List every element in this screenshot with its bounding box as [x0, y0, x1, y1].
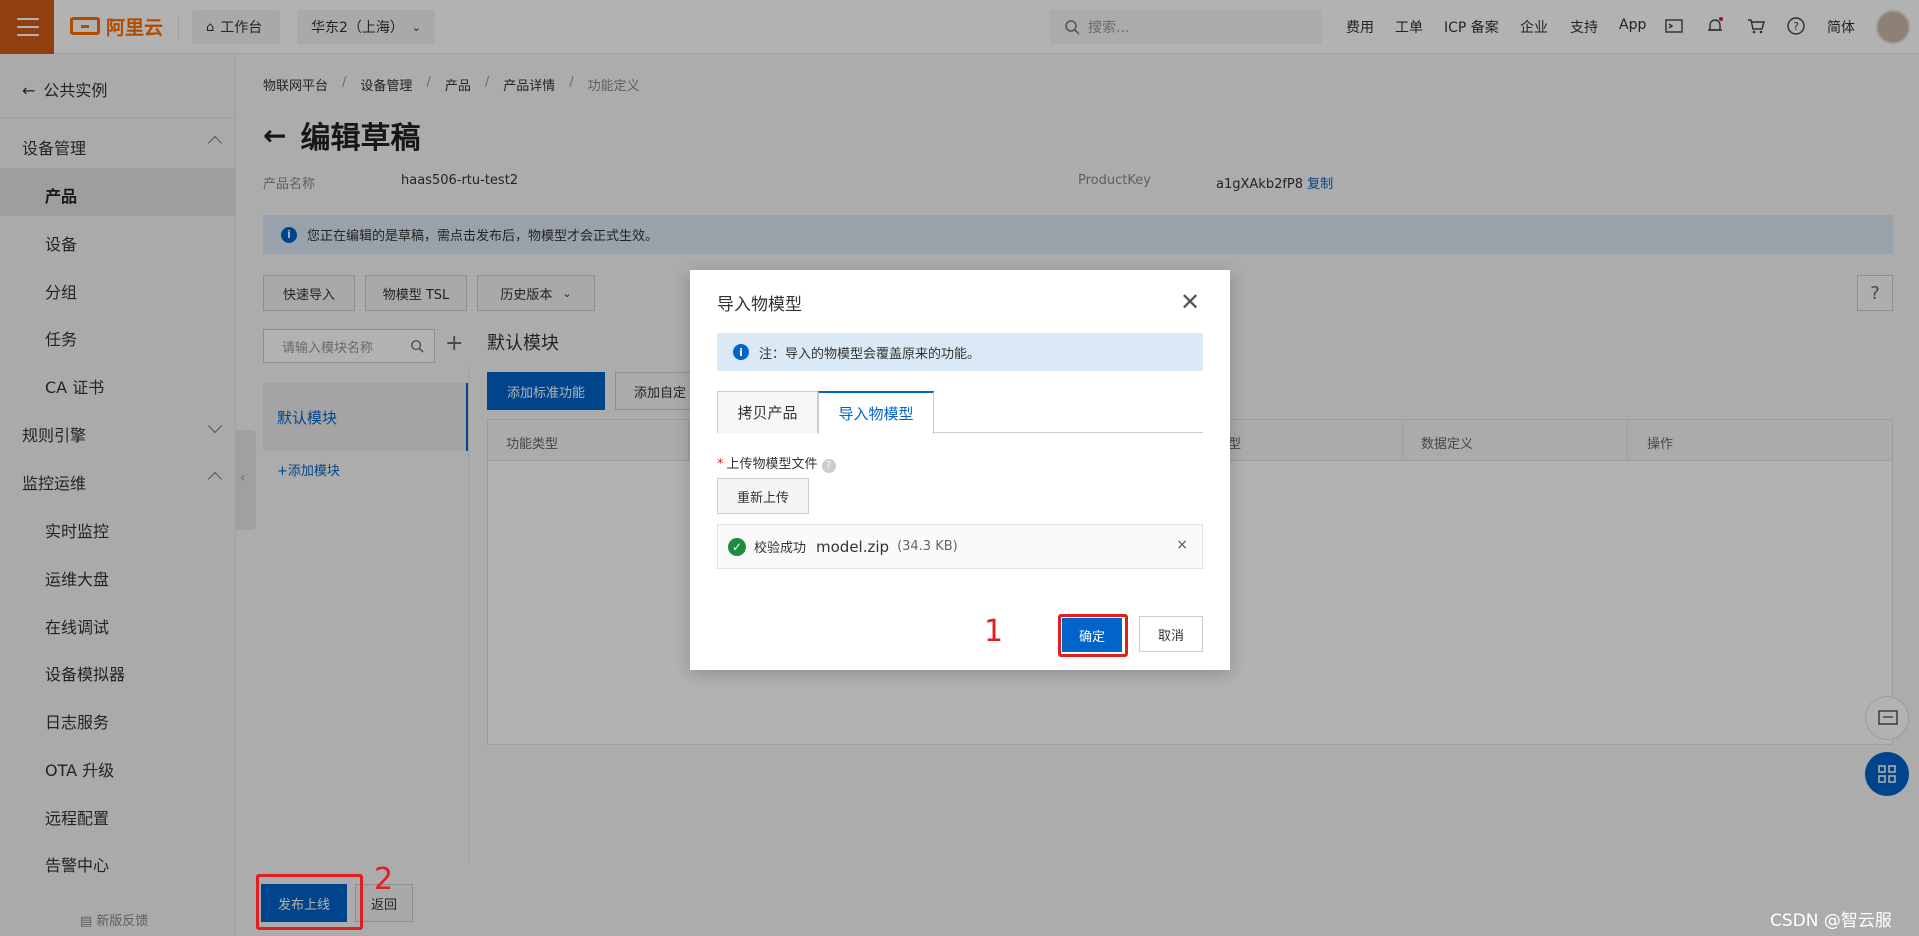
step-1-label: 1 — [984, 614, 1004, 649]
highlight-publish-box — [256, 874, 363, 930]
dialog-notice: i 注：导入的物模型会覆盖原来的功能。 — [717, 333, 1203, 371]
highlight-confirm-box — [1058, 614, 1128, 657]
cancel-button[interactable]: 取消 — [1139, 616, 1203, 652]
tab-import-model[interactable]: 导入物模型 — [818, 391, 934, 434]
reupload-button[interactable]: 重新上传 — [717, 478, 809, 514]
upload-label-text: 上传物模型文件 — [726, 457, 818, 472]
step-2-label: 2 — [374, 862, 394, 897]
watermark: CSDN @智云服 — [1770, 911, 1892, 931]
uploaded-file-row: ✓ 校验成功 model.zip (34.3 KB) × — [717, 524, 1203, 569]
remove-file-icon[interactable]: × — [1176, 537, 1188, 553]
import-model-dialog: 导入物模型 ✕ i 注：导入的物模型会覆盖原来的功能。 拷贝产品 导入物模型 *… — [690, 270, 1230, 670]
check-circle-icon: ✓ — [728, 537, 746, 556]
dialog-title: 导入物模型 — [717, 295, 802, 315]
dialog-notice-text: 注：导入的物模型会覆盖原来的功能。 — [759, 346, 981, 362]
file-size: (34.3 KB) — [897, 539, 958, 554]
question-icon[interactable]: ? — [821, 458, 836, 473]
info-icon: i — [733, 344, 749, 360]
file-name: model.zip — [816, 537, 890, 556]
dialog-tabs: 拷贝产品 导入物模型 — [717, 391, 1203, 434]
tab-copy-product[interactable]: 拷贝产品 — [717, 391, 818, 433]
close-icon[interactable]: ✕ — [1180, 288, 1200, 316]
file-status: 校验成功 — [754, 541, 807, 556]
upload-label: * 上传物模型文件? — [717, 453, 836, 473]
